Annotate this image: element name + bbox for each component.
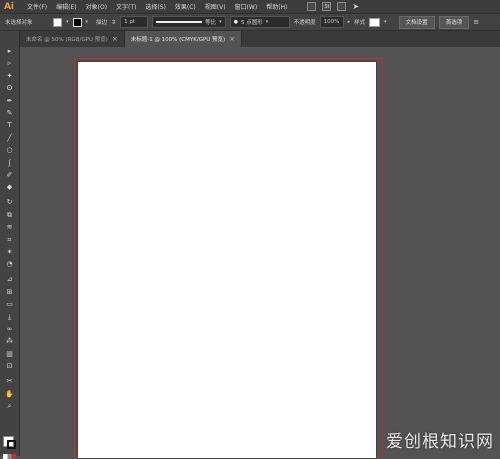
stroke-stepper-icon[interactable]: ⇕	[111, 19, 116, 26]
direct-selection-tool-icon[interactable]: ▹	[4, 59, 15, 68]
profile-dropdown-icon: ▾	[219, 19, 222, 25]
stroke-label[interactable]: 描边	[96, 18, 107, 26]
warp-tool-icon[interactable]: ≋	[4, 223, 15, 232]
line-tool-icon[interactable]: ╱	[4, 134, 15, 143]
stock-icon[interactable]: St	[322, 2, 332, 11]
tab-document-1[interactable]: 未命名 @ 50% (RGB/GPU 预览) ×	[20, 31, 125, 47]
menu-bar: Ai 文件(F) 编辑(E) 对象(O) 文字(T) 选择(S) 效果(C) 视…	[0, 0, 500, 13]
brush-dot-icon: ●	[233, 19, 238, 25]
tab-document-2[interactable]: 未标题-1 @ 100% (CMYK/GPU 预览) ×	[124, 31, 243, 47]
fill-stroke-widget[interactable]	[3, 436, 16, 449]
tab-label: 未命名 @ 50% (RGB/GPU 预览)	[26, 37, 108, 43]
menu-view[interactable]: 视图(V)	[205, 2, 226, 11]
menu-window[interactable]: 窗口(W)	[235, 2, 258, 11]
tab-label: 未标题-1 @ 100% (CMYK/GPU 预览)	[130, 37, 226, 43]
brush-label: 5 点圆形	[240, 20, 263, 26]
zoom-tool-icon[interactable]: ⌕	[4, 402, 15, 411]
document-tabs: 未命名 @ 50% (RGB/GPU 预览) × 未标题-1 @ 100% (C…	[20, 31, 500, 47]
opacity-field[interactable]: 100%	[319, 16, 344, 28]
control-bar: 未选择对象 ▾ ▾ 描边 ⇕ 1 pt 等比 ▾ ● 5 点圆形 ▾ 不透明度 …	[0, 13, 500, 31]
slice-tool-icon[interactable]: ✂	[4, 377, 15, 386]
menu-help[interactable]: 帮助(H)	[266, 2, 287, 11]
gpu-performance-icon[interactable]: ➤	[352, 2, 359, 11]
menu-edit[interactable]: 编辑(E)	[56, 2, 76, 11]
document-setup-button[interactable]: 文档设置	[398, 15, 435, 29]
profile-label: 等比	[205, 20, 217, 26]
type-tool-icon[interactable]: T	[4, 121, 15, 130]
bridge-icon[interactable]	[307, 2, 317, 11]
perspective-grid-tool-icon[interactable]: ⊿	[4, 275, 15, 284]
menu-file[interactable]: 文件(F)	[27, 2, 47, 11]
fill-dropdown-icon[interactable]: ▾	[66, 19, 69, 25]
opacity-label[interactable]: 不透明度	[294, 18, 316, 26]
scale-tool-icon[interactable]: ⧉	[4, 211, 15, 220]
stroke-color-box[interactable]	[7, 440, 16, 449]
menu-type[interactable]: 文字(T)	[116, 2, 136, 11]
eraser-tool-icon[interactable]: ◆	[4, 183, 15, 192]
brush-definition[interactable]: ● 5 点圆形 ▾	[229, 16, 290, 28]
style-label: 样式	[354, 20, 366, 26]
symbol-sprayer-tool-icon[interactable]: ⁂	[4, 337, 15, 346]
free-transform-tool-icon[interactable]: ⌗	[4, 236, 15, 245]
stroke-dropdown-icon[interactable]: ▾	[86, 19, 89, 25]
hand-tool-icon[interactable]: ✋	[4, 390, 15, 399]
selection-tool-icon[interactable]: ▸	[4, 47, 15, 56]
menu-effect[interactable]: 效果(C)	[175, 2, 196, 11]
puppet-warp-tool-icon[interactable]: ✶	[4, 248, 15, 257]
app-logo: Ai	[3, 1, 15, 12]
tools-panel: ▸ ▹ ✦ ʘ ✒ ✎ T ╱ ○ ʃ ✐ ◆ ↻ ⧉ ≋ ⌗ ✶ ◔ ⊿ ⊞ ▭ ⤓ ∞ ⁂ ▥ ⊡ ✂ ✋ ⌕	[0, 31, 20, 459]
artboard[interactable]	[78, 62, 376, 458]
brush-dropdown-icon: ▾	[265, 19, 269, 25]
watermark-text: 爱创根知识网	[386, 432, 494, 452]
fill-swatch[interactable]	[53, 17, 62, 27]
opacity-dropdown-icon[interactable]: ▸	[348, 19, 351, 25]
style-dropdown-icon[interactable]: ▾	[384, 19, 387, 25]
blend-tool-icon[interactable]: ∞	[4, 325, 15, 334]
control-bar-menu-icon[interactable]: ≡	[473, 18, 479, 26]
variable-width-profile[interactable]: 等比 ▾	[152, 16, 226, 28]
rotate-tool-icon[interactable]: ↻	[4, 198, 15, 207]
menu-select[interactable]: 选择(S)	[145, 2, 166, 11]
menu-object[interactable]: 对象(O)	[86, 2, 107, 11]
lasso-tool-icon[interactable]: ʘ	[4, 84, 15, 93]
curvature-tool-icon[interactable]: ✎	[4, 109, 15, 118]
paintbrush-tool-icon[interactable]: ʃ	[4, 159, 15, 168]
stroke-swatch[interactable]	[72, 17, 82, 27]
ellipse-tool-icon[interactable]: ○	[4, 146, 15, 155]
close-icon[interactable]: ×	[112, 35, 118, 43]
pen-tool-icon[interactable]: ✒	[4, 97, 15, 106]
magic-wand-tool-icon[interactable]: ✦	[4, 72, 15, 81]
arrange-documents-icon[interactable]	[337, 2, 347, 11]
selection-status: 未选择对象	[5, 20, 33, 26]
gradient-tool-icon[interactable]: ▭	[4, 300, 15, 309]
stroke-weight-field[interactable]: 1 pt	[120, 16, 149, 28]
column-graph-tool-icon[interactable]: ▥	[4, 350, 15, 359]
graphic-style-swatch[interactable]	[369, 17, 381, 27]
mesh-tool-icon[interactable]: ⊞	[4, 288, 15, 297]
eyedropper-tool-icon[interactable]: ⤓	[4, 313, 15, 322]
shape-builder-tool-icon[interactable]: ◔	[4, 260, 15, 269]
profile-line-preview	[156, 21, 203, 23]
close-icon[interactable]: ×	[229, 35, 235, 43]
artboard-tool-icon[interactable]: ⊡	[4, 362, 15, 371]
pencil-tool-icon[interactable]: ✐	[4, 171, 15, 180]
color-mode-buttons[interactable]	[3, 454, 16, 459]
preferences-button[interactable]: 首选项	[438, 15, 470, 29]
menubar-right-icons: St ➤	[307, 2, 359, 11]
